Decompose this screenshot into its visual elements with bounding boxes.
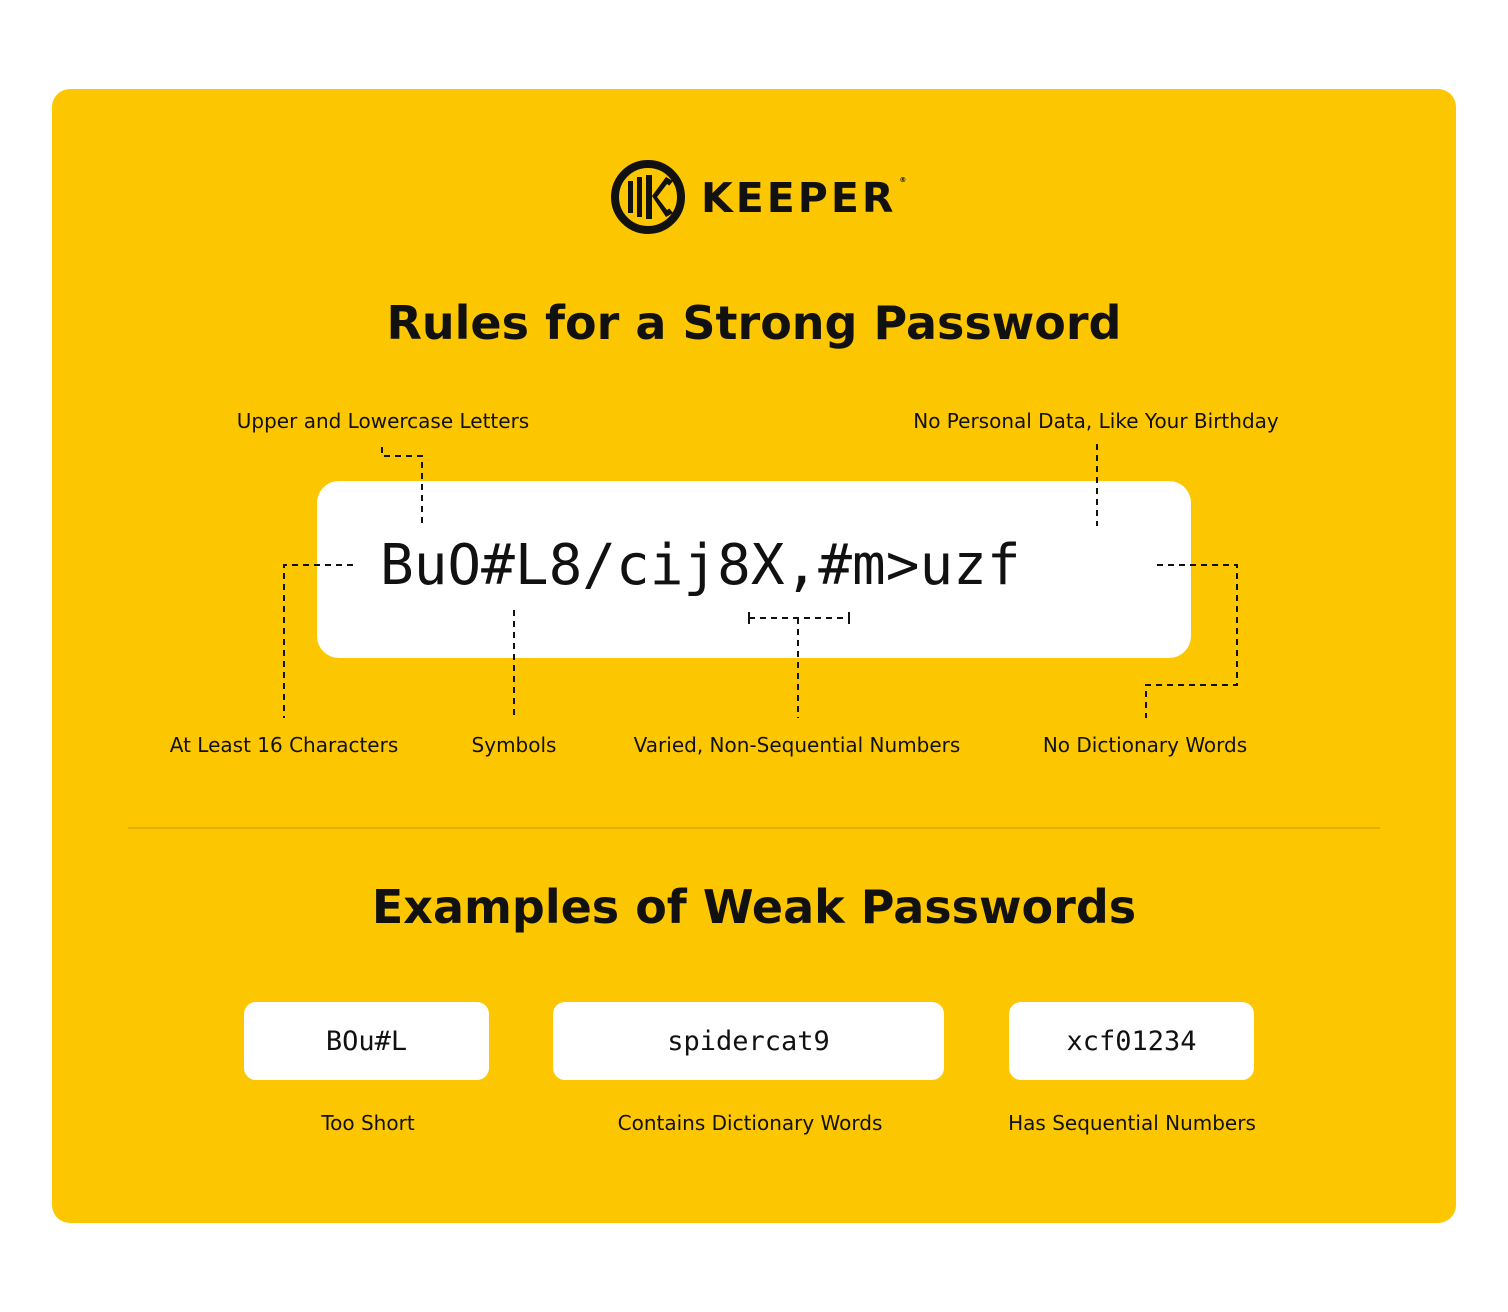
rule-label-no-personal: No Personal Data, Like Your Birthday — [913, 409, 1279, 433]
leader-upper-lower — [381, 447, 423, 526]
weak-password-box: xcf01234 — [1009, 1002, 1254, 1080]
section-divider — [128, 827, 1380, 829]
rule-label-no-dictionary: No Dictionary Words — [1042, 733, 1248, 757]
weak-reason-label: Has Sequential Numbers — [1008, 1111, 1256, 1135]
leader-no-dictionary — [1145, 564, 1238, 718]
rule-label-upper-lower: Upper and Lowercase Letters — [236, 409, 530, 433]
rule-label-length: At Least 16 Characters — [169, 733, 399, 757]
rule-label-symbols: Symbols — [471, 733, 557, 757]
weak-password-box: spidercat9 — [553, 1002, 944, 1080]
leader-length — [283, 564, 353, 718]
weak-reason-label: Contains Dictionary Words — [617, 1111, 883, 1135]
weak-reason-label: Too Short — [321, 1111, 415, 1135]
rule-label-numbers: Varied, Non-Sequential Numbers — [633, 733, 961, 757]
weak-password-box: BOu#L — [244, 1002, 489, 1080]
